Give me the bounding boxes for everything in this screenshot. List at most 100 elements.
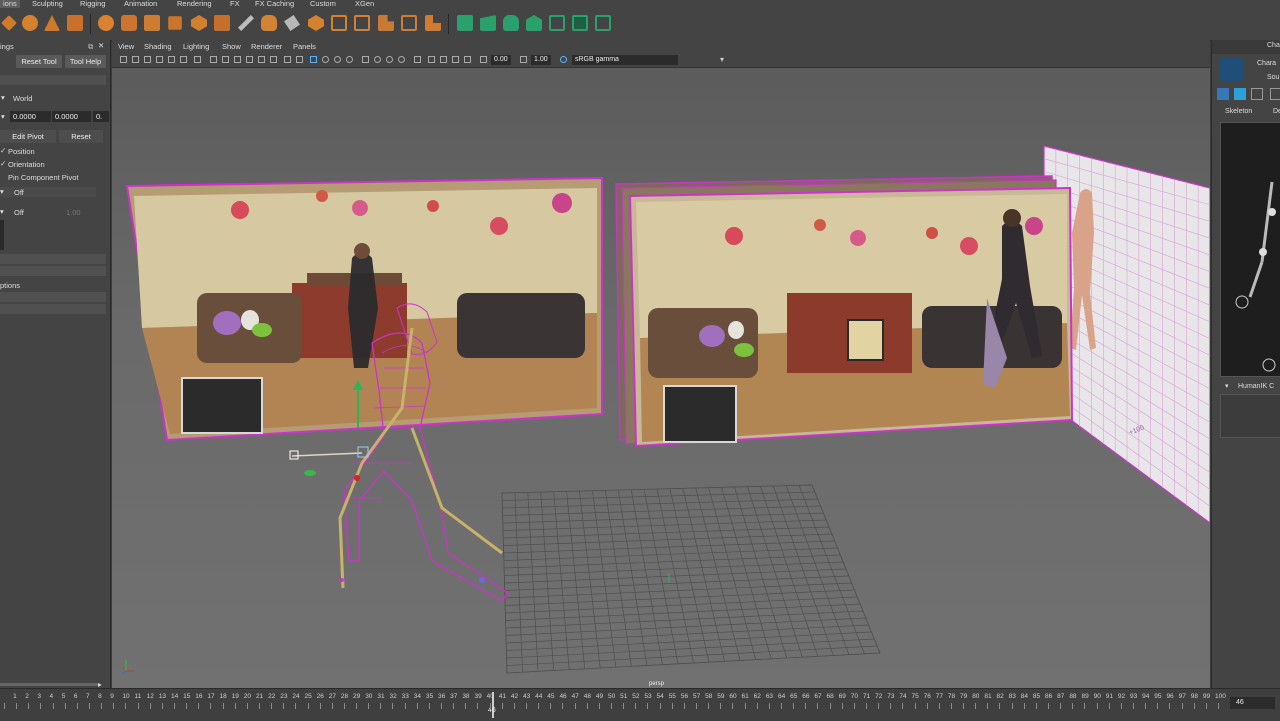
grid-toggle-icon[interactable] (310, 56, 317, 63)
motion-blur-icon[interactable] (386, 56, 393, 63)
renderer-menu[interactable]: Renderer (251, 42, 282, 51)
shelf-tool-icon[interactable] (121, 15, 137, 31)
reset-pivot-button[interactable]: Reset (59, 130, 103, 143)
lighting-menu[interactable]: Lighting (183, 42, 209, 51)
edit-pivot-button[interactable]: Edit Pivot (0, 130, 56, 143)
exposure-icon[interactable] (480, 56, 487, 63)
bookmark-icon[interactable] (144, 56, 151, 63)
shelf-tool-icon[interactable] (98, 15, 114, 31)
camera-icon[interactable] (120, 56, 127, 63)
xray-active-icon[interactable] (440, 56, 447, 63)
shelf-tool-icon[interactable] (144, 15, 160, 31)
time-slider[interactable]: 46 46 1 2 3 4 5 6 7 8 9 10 11 12 13 14 15 16 17 18 19 20 21 2… (0, 688, 1280, 721)
ssao-icon[interactable] (374, 56, 381, 63)
gamma-icon[interactable] (520, 56, 527, 63)
wireframe-icon[interactable] (210, 56, 217, 63)
off-option-2[interactable]: Off (14, 208, 24, 217)
smooth-wire-icon[interactable] (464, 56, 471, 63)
options-section-label[interactable]: ptions (0, 281, 20, 290)
float-icon[interactable]: ⧉ (88, 42, 93, 52)
tab-custom[interactable]: Custom (310, 0, 336, 8)
options-icon[interactable] (1270, 88, 1280, 100)
shelf-tool-icon[interactable] (572, 15, 588, 31)
show-menu[interactable]: Show (222, 42, 241, 51)
check-icon[interactable]: ✓ (0, 159, 6, 168)
chevron-down-icon[interactable]: ▾ (1225, 382, 1229, 390)
shelf-tool-icon[interactable] (261, 15, 277, 31)
shelf-tool-icon[interactable] (503, 15, 519, 31)
light-icon[interactable] (346, 56, 353, 63)
exposure-field[interactable]: 0.00 (491, 55, 511, 65)
backface-icon[interactable] (452, 56, 459, 63)
color-space-dropdown[interactable]: sRGB gamma (572, 55, 678, 65)
tab-definition[interactable]: De (1273, 108, 1280, 115)
shelf-tool-icon[interactable] (549, 15, 565, 31)
image-plane-icon[interactable] (156, 56, 163, 63)
pivot-y-field[interactable]: 0.0000 (52, 111, 91, 122)
sun-icon[interactable] (334, 56, 341, 63)
space-selector[interactable]: World (13, 94, 32, 103)
tab-rendering[interactable]: Rendering (177, 0, 212, 8)
chevron-down-icon[interactable]: ▾ (1, 112, 5, 121)
pivot-z-field[interactable]: 0. (93, 111, 109, 122)
figure-icon[interactable] (1251, 88, 1263, 100)
shelf-tool-icon[interactable] (1, 15, 17, 31)
shelf-tool-icon[interactable] (191, 15, 207, 31)
film-gate-icon[interactable] (180, 56, 187, 63)
chevron-down-icon[interactable]: ▾ (720, 55, 724, 64)
textured-icon[interactable] (234, 56, 241, 63)
shaded-icon[interactable] (222, 56, 229, 63)
shelf-tool-icon[interactable] (284, 15, 300, 31)
shelf-tool-icon[interactable] (308, 15, 324, 31)
section-header[interactable] (0, 266, 106, 276)
check-icon[interactable]: ✓ (0, 146, 6, 155)
scrollbar[interactable] (0, 683, 100, 686)
shelf-tool-icon[interactable] (354, 15, 370, 31)
camera-icon[interactable] (132, 56, 139, 63)
shelf-tool-icon[interactable] (526, 15, 542, 31)
shelf-tool-icon[interactable] (457, 15, 473, 31)
tab-fx[interactable]: FX (230, 0, 240, 8)
shelf-tool-icon[interactable] (44, 15, 60, 31)
isolate-icon[interactable] (284, 56, 291, 63)
reset-tool-button[interactable]: Reset Tool (16, 55, 62, 68)
gamma-field[interactable]: 1.00 (531, 55, 551, 65)
tab-rigging[interactable]: Rigging (80, 0, 105, 8)
tab-sculpting[interactable]: Sculpting (32, 0, 63, 8)
skeleton-tool-icon[interactable] (1217, 88, 1229, 100)
scene-3d[interactable]: +100 persp (112, 68, 1210, 688)
chevron-down-icon[interactable]: ▾ (1, 93, 5, 102)
shadows-icon[interactable] (258, 56, 265, 63)
control-rig-icon[interactable] (1234, 88, 1246, 100)
tab-animation[interactable]: Animation (124, 0, 157, 8)
shelf-tool-icon[interactable] (595, 15, 611, 31)
viewport[interactable]: View Shading Lighting Show Renderer Pane… (112, 40, 1210, 688)
xray-joints-icon[interactable] (428, 56, 435, 63)
tool-help-button[interactable]: Tool Help (65, 55, 106, 68)
sphere-icon[interactable] (322, 56, 329, 63)
section-header[interactable] (0, 254, 106, 264)
color-management-icon[interactable] (560, 56, 567, 63)
isolate-select-icon[interactable] (414, 56, 421, 63)
humanik-section-header[interactable]: HumanIK C (1238, 383, 1274, 390)
shelf-tool-icon[interactable] (168, 16, 182, 30)
section-header[interactable] (0, 304, 106, 314)
view-menu[interactable]: View (118, 42, 134, 51)
xray-icon[interactable] (296, 56, 303, 63)
shading-menu[interactable]: Shading (144, 42, 172, 51)
falloff-value[interactable]: 1.00 (66, 208, 81, 217)
section-header[interactable] (0, 292, 106, 302)
shelf-tool-icon[interactable] (214, 15, 230, 31)
shelf-tool-icon[interactable] (331, 15, 347, 31)
current-frame-field-value[interactable]: 46 (1236, 699, 1244, 706)
close-icon[interactable]: ✕ (98, 41, 104, 50)
pivot-x-field[interactable]: 0.0000 (10, 111, 51, 122)
tab-fx-caching[interactable]: FX Caching (255, 0, 294, 8)
antialias-icon[interactable] (398, 56, 405, 63)
tab-skeleton[interactable]: Skeleton (1225, 108, 1252, 115)
lights-icon[interactable] (246, 56, 253, 63)
field-chart-icon[interactable] (194, 56, 201, 63)
shelf-tool-icon[interactable] (378, 15, 394, 31)
display-icon[interactable] (362, 56, 369, 63)
panels-menu[interactable]: Panels (293, 42, 316, 51)
